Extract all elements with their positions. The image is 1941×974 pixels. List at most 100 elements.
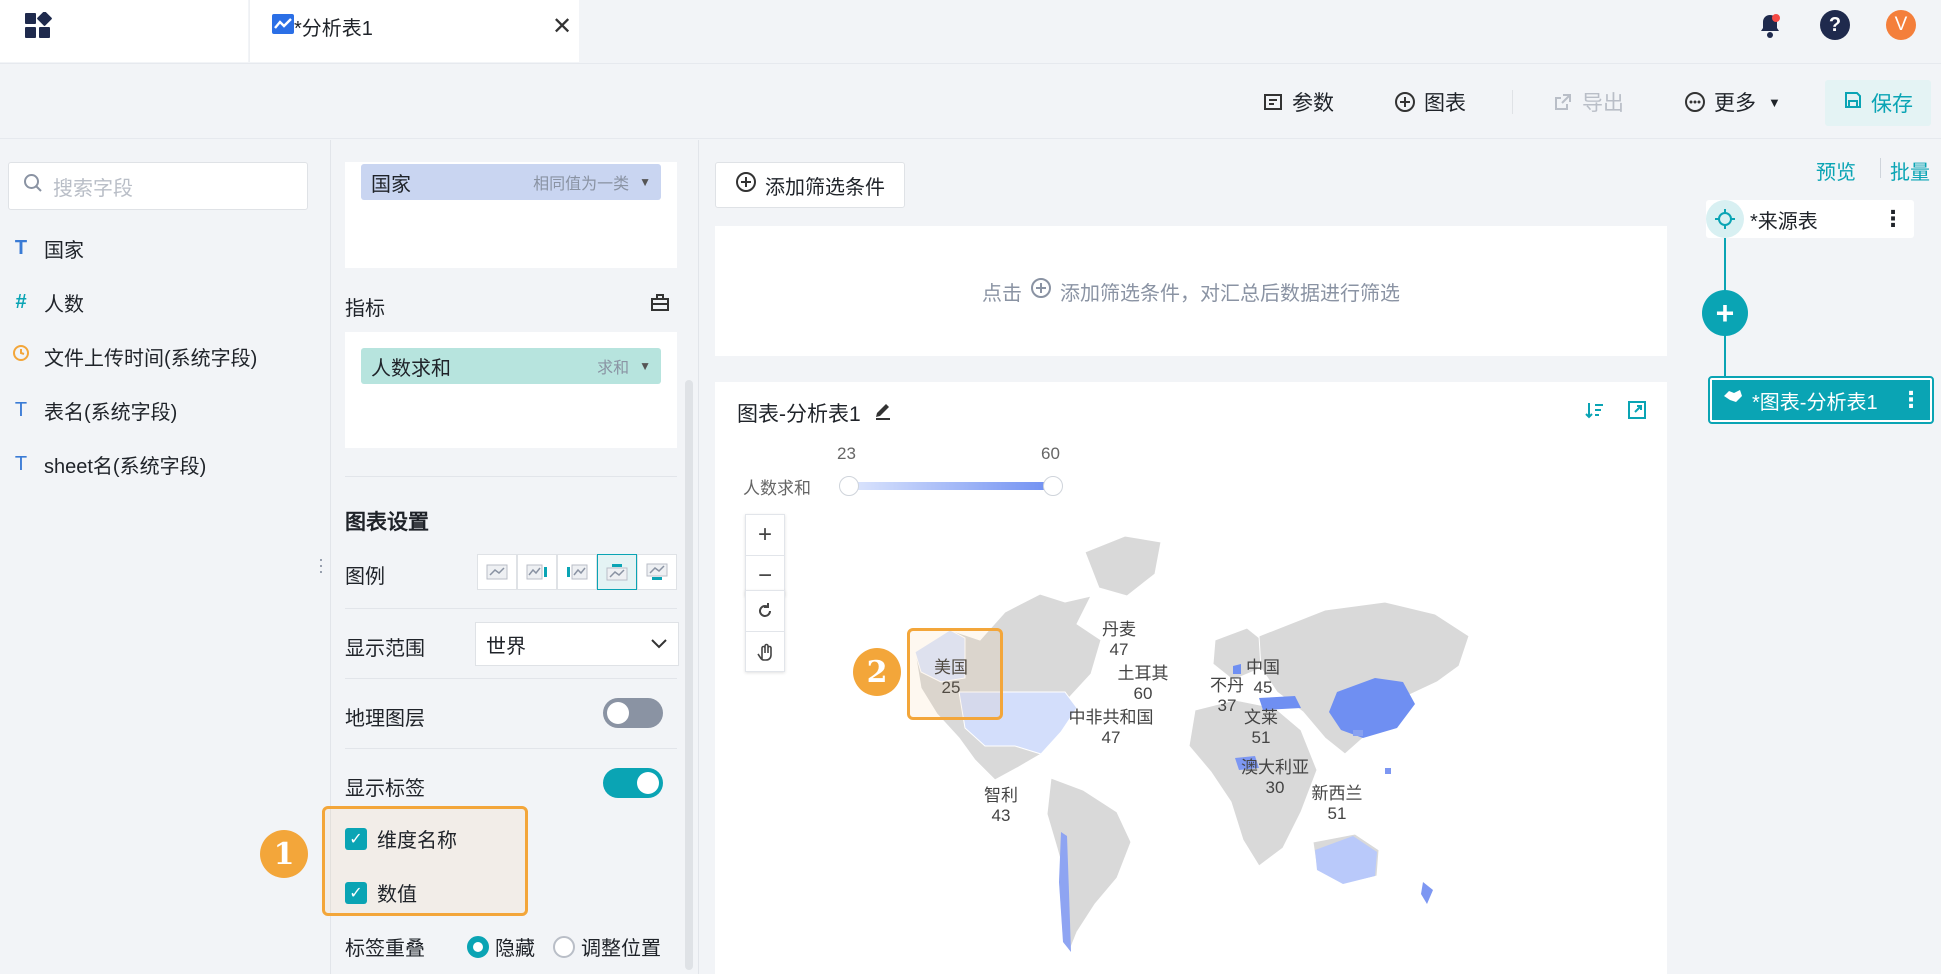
checkbox-checked-icon[interactable]: ✓: [345, 881, 367, 904]
params-button[interactable]: 参数: [1262, 86, 1334, 118]
batch-link[interactable]: 批量: [1890, 156, 1930, 185]
search-field-input[interactable]: 搜索字段: [8, 162, 308, 210]
zoom-out-icon[interactable]: −: [746, 555, 784, 595]
legend-option-none[interactable]: [477, 554, 517, 590]
legend-option-left[interactable]: [557, 554, 597, 590]
zoom-controls: + −: [745, 514, 785, 596]
map-label-value: 30: [1265, 778, 1285, 797]
callout-badge-1: 1: [260, 830, 308, 878]
legend-label: 图例: [345, 566, 385, 588]
dim-name-checkbox-row[interactable]: ✓ 维度名称: [345, 824, 457, 853]
toolbar-divider: [1512, 90, 1513, 114]
checkbox-checked-icon[interactable]: ✓: [345, 827, 367, 850]
measure-drop-zone[interactable]: 人数求和 求和 ▼: [345, 332, 677, 448]
legend-option-top[interactable]: [597, 554, 637, 590]
save-label: 保存: [1871, 93, 1913, 116]
dimension-drop-zone[interactable]: 国家 相同值为一类 ▼: [345, 162, 677, 268]
overlap-adjust-label: 调整位置: [581, 938, 661, 960]
sort-icon[interactable]: [1585, 400, 1605, 425]
field-item-country[interactable]: T 国家: [8, 232, 84, 264]
map-label-7: 澳大利亚 30: [1241, 758, 1309, 798]
export-button[interactable]: 导出: [1552, 86, 1624, 118]
more-vertical-icon[interactable]: ⋮: [1882, 206, 1904, 232]
range-value: 世界: [486, 635, 526, 658]
add-chart-button[interactable]: 图表: [1394, 86, 1466, 118]
field-item-table-name[interactable]: T 表名(系统字段): [8, 394, 177, 426]
avatar[interactable]: V: [1886, 10, 1916, 40]
legend-option-bottom[interactable]: [637, 554, 677, 590]
country-bhutan[interactable]: [1353, 730, 1363, 736]
map-label-3: 中国 45: [1246, 658, 1280, 698]
config-scrollbar[interactable]: [685, 380, 693, 970]
range-select[interactable]: 世界: [475, 622, 679, 666]
caret-down-icon[interactable]: ▼: [639, 359, 651, 373]
pill-sub: 求和: [597, 360, 630, 377]
field-item-upload-time[interactable]: 文件上传时间(系统字段): [8, 340, 257, 372]
apps-grid-icon[interactable]: [24, 11, 52, 40]
overlap-adjust-radio[interactable]: 调整位置: [553, 932, 661, 961]
filter-drop-zone[interactable]: 点击 添加筛选条件，对汇总后数据进行筛选: [715, 226, 1667, 356]
map-label-value: 43: [991, 806, 1011, 825]
divider: [345, 476, 677, 477]
resize-handle-icon[interactable]: · · ·: [318, 550, 324, 580]
legend-max-handle[interactable]: [1043, 476, 1063, 496]
map-label-value: 45: [1253, 678, 1273, 697]
value-checkbox-row[interactable]: ✓ 数值: [345, 878, 417, 907]
radio-selected-icon[interactable]: [467, 935, 489, 958]
plus-circle-icon: [1030, 277, 1052, 305]
add-filter-button[interactable]: 添加筛选条件: [715, 162, 905, 208]
dim-name-label: 维度名称: [377, 830, 457, 852]
geo-layer-label: 地理图层: [345, 708, 425, 730]
tab-analysis-1[interactable]: *分析表1 ✕: [249, 0, 579, 62]
caret-down-icon: ▼: [1768, 94, 1781, 110]
reset-rotate-icon[interactable]: [746, 591, 784, 631]
preview-link[interactable]: 预览: [1816, 156, 1856, 185]
map-label-1: 丹麦 47: [1102, 620, 1136, 660]
tab-title: *分析表1: [294, 18, 373, 40]
dimension-pill[interactable]: 国家 相同值为一类 ▼: [361, 164, 661, 200]
add-node-icon[interactable]: +: [1702, 290, 1748, 336]
country-new-zealand[interactable]: [1421, 882, 1433, 904]
overlap-hide-radio[interactable]: 隐藏: [467, 932, 535, 961]
close-icon[interactable]: ✕: [552, 12, 572, 41]
legend-option-right[interactable]: [517, 554, 557, 590]
more-button[interactable]: 更多 ▼: [1684, 86, 1781, 118]
source-node-label: *来源表: [1750, 210, 1818, 233]
field-item-sheet-name[interactable]: T sheet名(系统字段): [8, 448, 206, 480]
legend-gradient-bar[interactable]: [849, 482, 1053, 490]
geo-layer-toggle[interactable]: [603, 698, 663, 728]
save-button[interactable]: 保存: [1825, 80, 1931, 126]
map-label-name: 新西兰: [1311, 784, 1363, 803]
pill-sub: 相同值为一类: [533, 176, 630, 193]
legend-min-handle[interactable]: [839, 476, 859, 496]
chart-node[interactable]: *图表-分析表1 ⋮: [1708, 376, 1934, 424]
map-label-4: 不丹 37: [1210, 676, 1244, 716]
map-label-value: 37: [1217, 696, 1237, 715]
country-brunei[interactable]: [1385, 768, 1391, 774]
fullscreen-icon[interactable]: [1627, 400, 1647, 425]
measure-pill[interactable]: 人数求和 求和 ▼: [361, 348, 661, 384]
edit-pencil-icon[interactable]: [873, 400, 893, 425]
source-table-node[interactable]: *来源表 ⋮: [1706, 200, 1914, 238]
highlight-box-2: [907, 628, 1003, 720]
bell-icon[interactable]: [1758, 12, 1782, 40]
pan-hand-icon[interactable]: [746, 631, 784, 671]
caret-down-icon[interactable]: ▼: [639, 175, 651, 189]
export-icon: [1552, 91, 1574, 113]
save-icon: [1843, 90, 1863, 116]
world-map[interactable]: [855, 532, 1515, 972]
flow-panel: 预览 批量 *来源表 ⋮ + *图表-分析表1 ⋮: [1684, 140, 1941, 974]
home-tab[interactable]: [0, 0, 248, 62]
more-vertical-icon[interactable]: ⋮: [1900, 387, 1922, 413]
show-labels-toggle[interactable]: [603, 768, 663, 798]
zoom-in-icon[interactable]: +: [746, 515, 784, 555]
radio-unselected-icon[interactable]: [553, 935, 575, 958]
params-label: 参数: [1292, 92, 1334, 115]
measure-settings-icon[interactable]: [649, 292, 671, 319]
help-icon[interactable]: ?: [1820, 10, 1850, 40]
divider: [345, 678, 677, 679]
field-item-count[interactable]: # 人数: [8, 286, 84, 318]
legend-max-value: 60: [1041, 444, 1060, 463]
main-area: 添加筛选条件 点击 添加筛选条件，对汇总后数据进行筛选 图表-分析表1 人数求和…: [698, 140, 1683, 974]
map-label-value: 51: [1327, 804, 1347, 823]
